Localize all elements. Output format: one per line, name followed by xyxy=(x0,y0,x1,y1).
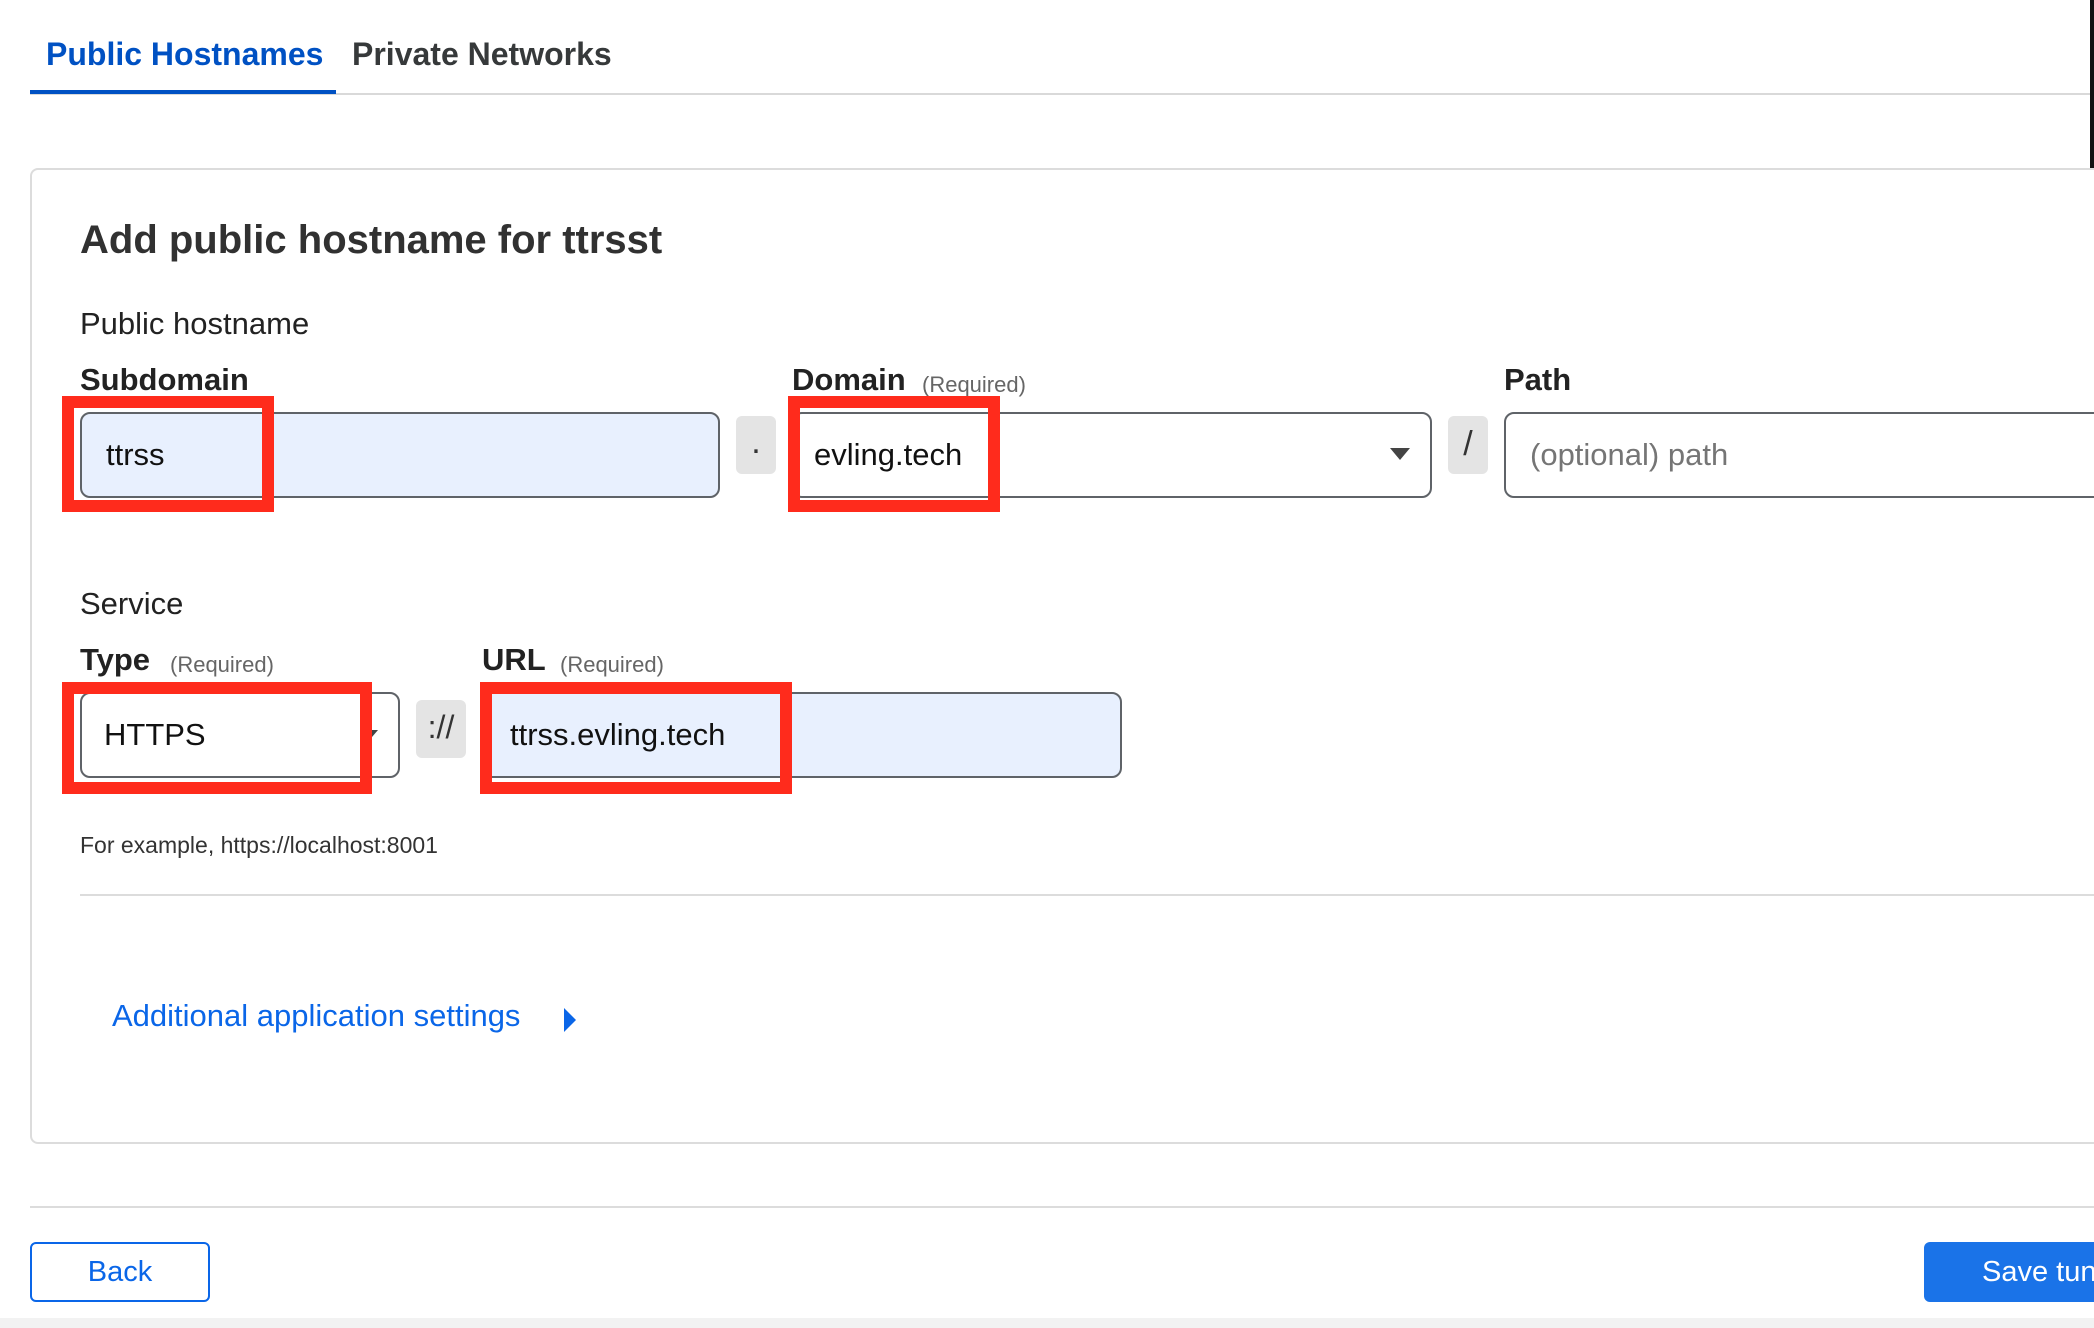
form-divider xyxy=(80,894,2094,896)
bottom-strip xyxy=(0,1318,2094,1328)
url-input[interactable]: ttrss.evling.tech xyxy=(482,692,1122,778)
type-label: Type xyxy=(80,642,151,677)
public-hostname-section-label: Public hostname xyxy=(80,306,310,341)
footer-divider xyxy=(30,1206,2094,1208)
subdomain-label: Subdomain xyxy=(80,362,249,397)
slash-separator: / xyxy=(1448,416,1488,474)
tab-private-networks[interactable]: Private Networks xyxy=(352,36,612,73)
path-input[interactable] xyxy=(1504,412,2094,498)
url-label: URL xyxy=(482,642,546,677)
service-section-label: Service xyxy=(80,586,184,621)
url-required-label: (Required) xyxy=(560,652,664,677)
active-tab-indicator xyxy=(30,90,336,94)
path-label: Path xyxy=(1504,362,1572,397)
scheme-separator: :// xyxy=(416,700,466,758)
url-example-hint: For example, https://localhost:8001 xyxy=(80,832,438,858)
save-tunnel-button[interactable]: Save tunnel xyxy=(1924,1242,2094,1302)
page-title: Add public hostname for ttrsst xyxy=(80,218,663,262)
back-button[interactable]: Back xyxy=(30,1242,210,1302)
additional-settings-link[interactable]: Additional application settings xyxy=(112,998,520,1034)
service-type-select[interactable]: HTTPS xyxy=(80,692,400,778)
type-required-label: (Required) xyxy=(170,652,274,677)
tabs-divider xyxy=(30,93,2094,95)
domain-required-label: (Required) xyxy=(922,372,1026,397)
dot-separator: . xyxy=(736,416,776,474)
domain-select[interactable]: evling.tech xyxy=(792,412,1432,498)
chevron-down-icon xyxy=(1390,448,1410,460)
tab-public-hostnames[interactable]: Public Hostnames xyxy=(46,36,323,73)
chevron-down-icon xyxy=(366,730,378,737)
subdomain-input[interactable]: ttrss xyxy=(80,412,720,498)
caret-right-icon xyxy=(564,1008,576,1032)
domain-label: Domain xyxy=(792,362,906,397)
